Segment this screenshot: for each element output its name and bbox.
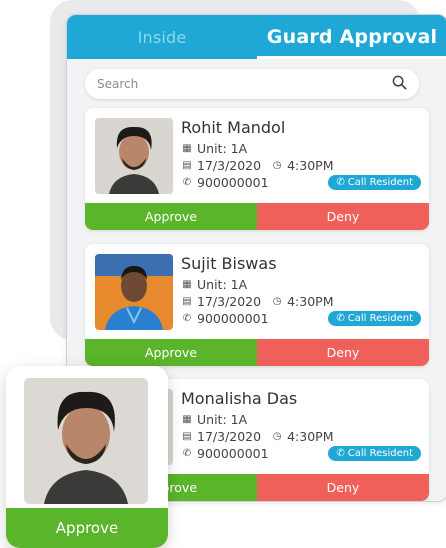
calendar-icon: ▤ — [182, 431, 192, 442]
approval-popup-card: Approve — [6, 366, 168, 548]
tab-bar: Inside Guard Approval — [67, 15, 446, 59]
phone-icon: ✆ — [336, 313, 345, 324]
calendar-icon: ▤ — [182, 296, 192, 307]
active-tab-indicator — [257, 56, 446, 59]
phone-icon: ✆ — [336, 177, 345, 188]
approve-button[interactable]: Approve — [85, 339, 257, 366]
deny-button[interactable]: Deny — [257, 339, 429, 366]
call-resident-label: Call Resident — [347, 177, 413, 188]
visitor-time: 4:30PM — [287, 429, 334, 444]
tab-inside[interactable]: Inside — [67, 15, 257, 59]
visitor-unit: Unit: 1A — [197, 412, 248, 427]
call-resident-button[interactable]: ✆ Call Resident — [328, 311, 421, 326]
card-actions: Approve Deny — [85, 339, 429, 366]
visitor-card: Sujit Biswas ▦ Unit: 1A ▤ 17/3/2020 ◷ 4:30PM… — [85, 244, 429, 366]
call-resident-label: Call Resident — [347, 313, 413, 324]
search-icon[interactable] — [392, 75, 407, 94]
visitor-date: 17/3/2020 — [197, 158, 262, 173]
building-icon: ▦ — [182, 279, 192, 290]
phone-icon: ✆ — [182, 313, 192, 324]
visitor-photo — [95, 254, 173, 330]
approve-button[interactable]: Approve — [85, 203, 257, 230]
visitor-phone: 900000001 — [197, 311, 269, 326]
visitor-date: 17/3/2020 — [197, 429, 262, 444]
call-resident-button[interactable]: ✆ Call Resident — [328, 446, 421, 461]
visitor-photo — [95, 118, 173, 194]
visitor-unit: Unit: 1A — [197, 141, 248, 156]
visitor-date: 17/3/2020 — [197, 294, 262, 309]
visitor-info: Monalisha Das ▦ Unit: 1A ▤ 17/3/2020 ◷ 4:30P… — [181, 389, 421, 462]
call-resident-label: Call Resident — [347, 448, 413, 459]
deny-button[interactable]: Deny — [257, 203, 429, 230]
visitor-time: 4:30PM — [287, 158, 334, 173]
popup-visitor-photo — [24, 378, 148, 504]
clock-icon: ◷ — [272, 296, 282, 307]
visitor-info: Rohit Mandol ▦ Unit: 1A ▤ 17/3/2020 ◷ 4:30PM… — [181, 118, 421, 191]
phone-icon: ✆ — [182, 448, 192, 459]
visitor-name: Rohit Mandol — [181, 118, 286, 137]
call-resident-button[interactable]: ✆ Call Resident — [328, 175, 421, 190]
building-icon: ▦ — [182, 143, 192, 154]
visitor-time: 4:30PM — [287, 294, 334, 309]
visitor-info: Sujit Biswas ▦ Unit: 1A ▤ 17/3/2020 ◷ 4:30PM… — [181, 254, 421, 327]
search-input[interactable]: Search — [97, 77, 138, 91]
search-bar[interactable]: Search — [85, 69, 419, 99]
clock-icon: ◷ — [272, 431, 282, 442]
visitor-phone: 900000001 — [197, 175, 269, 190]
deny-button[interactable]: Deny — [257, 474, 429, 501]
visitor-unit: Unit: 1A — [197, 277, 248, 292]
visitor-name: Monalisha Das — [181, 389, 298, 408]
visitor-name: Sujit Biswas — [181, 254, 277, 273]
phone-icon: ✆ — [336, 448, 345, 459]
visitor-phone: 900000001 — [197, 446, 269, 461]
popup-approve-button[interactable]: Approve — [6, 508, 168, 548]
tab-guard-approval[interactable]: Guard Approval — [257, 15, 446, 59]
phone-icon: ✆ — [182, 177, 192, 188]
visitor-card: Rohit Mandol ▦ Unit: 1A ▤ 17/3/2020 ◷ 4:30PM… — [85, 108, 429, 230]
card-actions: Approve Deny — [85, 203, 429, 230]
clock-icon: ◷ — [272, 160, 282, 171]
calendar-icon: ▤ — [182, 160, 192, 171]
building-icon: ▦ — [182, 414, 192, 425]
